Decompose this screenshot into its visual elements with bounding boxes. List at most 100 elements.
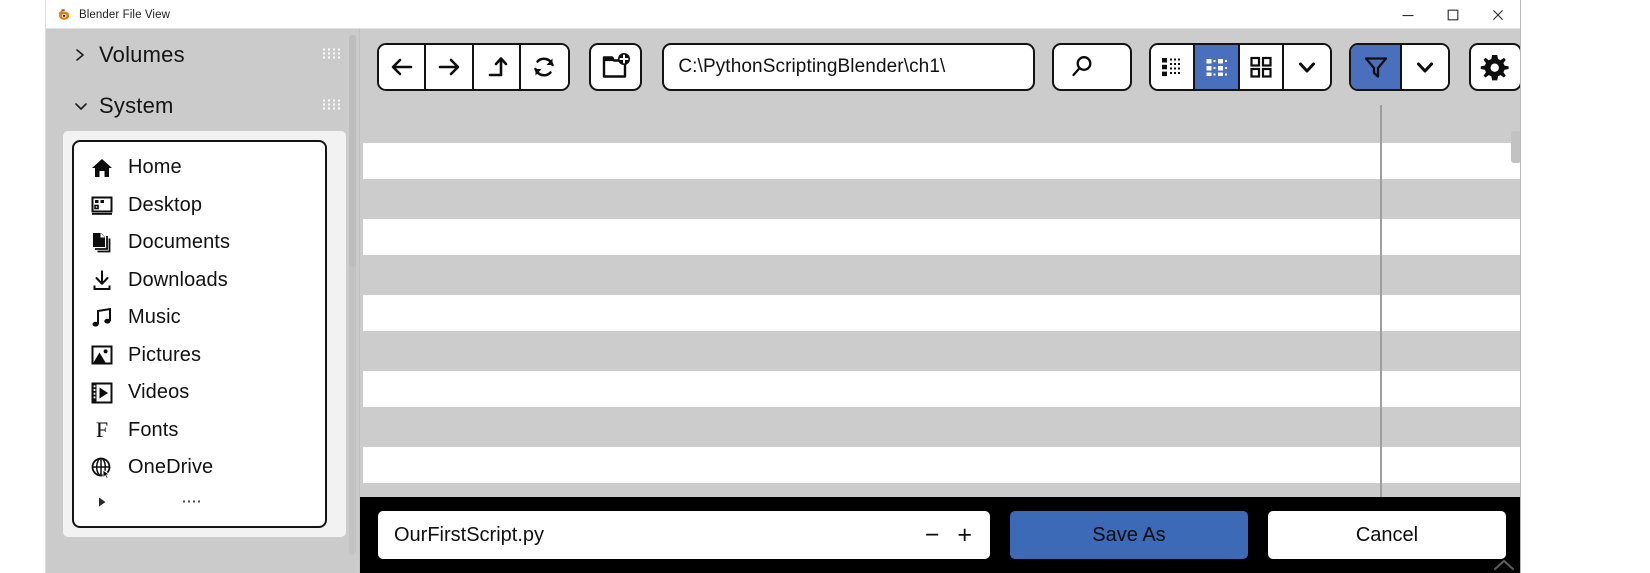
path-input-value: C:\PythonScriptingBlender\ch1\: [678, 56, 946, 77]
display-mode-horizontal-list-button[interactable]: [1195, 45, 1240, 89]
sidebar-item-music[interactable]: Music: [74, 299, 325, 337]
filename-input[interactable]: OurFirstScript.py − +: [378, 511, 990, 559]
resize-grip-icon[interactable]: [1493, 557, 1515, 571]
filter-toggle-button[interactable]: [1351, 45, 1403, 89]
sidebar-item-label: Pictures: [128, 343, 202, 366]
search-input[interactable]: [1051, 43, 1132, 91]
table-row[interactable]: [363, 333, 1520, 369]
sidebar-item-home[interactable]: Home: [74, 149, 325, 187]
arrow-right-icon: [438, 58, 460, 76]
svg-text:F: F: [96, 418, 108, 442]
sidebar-item-label: Videos: [128, 381, 190, 404]
new-folder-button[interactable]: [589, 43, 643, 91]
filter-options-dropdown[interactable]: [1402, 45, 1448, 89]
cancel-button[interactable]: Cancel: [1268, 511, 1506, 559]
documents-icon: [87, 230, 117, 256]
filename-stepper: − +: [925, 522, 972, 548]
search-icon: [1072, 56, 1092, 77]
increment-button[interactable]: +: [957, 522, 972, 548]
sidebar-panel-system[interactable]: System: [46, 80, 359, 131]
decrement-button[interactable]: −: [925, 522, 940, 548]
sidebar-panel-label: Volumes: [99, 41, 185, 67]
display-mode-thumbnails-button[interactable]: [1239, 45, 1284, 89]
main-area: C:\PythonScriptingBlender\ch1\ OurFirstS…: [359, 29, 1520, 573]
filename-input-value: OurFirstScript.py: [394, 523, 545, 546]
title-bar-left: Blender File View: [57, 0, 170, 29]
table-row[interactable]: [363, 181, 1520, 217]
bookmarks-container: Home Desktop Documents Downloads Music P…: [63, 131, 346, 537]
gear-icon: [1481, 55, 1509, 81]
table-row[interactable]: [363, 105, 1520, 141]
table-row[interactable]: [363, 409, 1520, 445]
list-horizontal-icon: [1206, 59, 1228, 76]
close-icon: [1492, 9, 1503, 20]
close-button[interactable]: [1475, 0, 1520, 29]
grip-dots-icon[interactable]: [323, 48, 343, 61]
table-row[interactable]: [363, 295, 1520, 331]
sidebar-more-row[interactable]: [74, 487, 325, 517]
sidebar-item-fonts[interactable]: F Fonts: [74, 412, 325, 450]
navigation-button-group: [377, 43, 571, 91]
triangle-right-icon: [99, 497, 106, 506]
display-mode-group: [1148, 43, 1333, 91]
table-row[interactable]: [363, 143, 1520, 179]
sidebar-item-label: Desktop: [128, 193, 203, 216]
column-divider[interactable]: [1380, 105, 1382, 497]
arrow-left-icon: [391, 58, 412, 76]
maximize-button[interactable]: [1430, 0, 1475, 29]
sidebar-panel-volumes[interactable]: Volumes: [46, 29, 359, 80]
parent-directory-button[interactable]: [473, 45, 521, 89]
new-folder-icon: [602, 53, 630, 78]
grip-dots-icon[interactable]: [183, 499, 204, 504]
home-icon: [87, 155, 117, 181]
chevron-right-icon: [73, 47, 91, 63]
font-f-icon: F: [87, 417, 117, 443]
table-row[interactable]: [363, 447, 1520, 483]
display-options-dropdown[interactable]: [1283, 45, 1331, 89]
maximize-icon: [1447, 9, 1458, 20]
globe-icon: [87, 455, 117, 481]
sidebar-item-label: Documents: [128, 231, 231, 254]
sidebar-item-onedrive[interactable]: OneDrive: [74, 449, 325, 487]
sidebar-item-label: OneDrive: [128, 456, 214, 479]
sidebar-item-label: Music: [128, 306, 181, 329]
chevron-down-icon: [1417, 62, 1434, 73]
sidebar-item-label: Fonts: [128, 418, 179, 441]
funnel-icon: [1364, 57, 1387, 78]
path-input[interactable]: C:\PythonScriptingBlender\ch1\: [662, 43, 1035, 91]
sidebar-panel-label: System: [99, 92, 174, 118]
sidebar-item-pictures[interactable]: Pictures: [74, 337, 325, 375]
sidebar-scrollbar-thumb[interactable]: [349, 35, 356, 267]
sidebar-item-videos[interactable]: Videos: [74, 374, 325, 412]
sidebar: Volumes System Home Desktop Documents Do…: [46, 29, 359, 573]
file-browser-toolbar: C:\PythonScriptingBlender\ch1\: [360, 29, 1520, 105]
minimize-button[interactable]: [1385, 0, 1430, 29]
grip-dots-icon[interactable]: [323, 99, 343, 112]
picture-icon: [87, 342, 117, 368]
screenshot-root: Blender File View Volumes System Home De…: [0, 0, 1650, 573]
window-title: Blender File View: [79, 8, 170, 21]
table-row[interactable]: [363, 371, 1520, 407]
sidebar-item-documents[interactable]: Documents: [74, 224, 325, 262]
back-button[interactable]: [379, 45, 427, 89]
sidebar-scrollbar[interactable]: [349, 35, 356, 555]
sidebar-item-desktop[interactable]: Desktop: [74, 187, 325, 225]
table-row[interactable]: [363, 219, 1520, 255]
display-mode-vertical-list-button[interactable]: [1150, 45, 1196, 89]
refresh-icon: [534, 57, 555, 77]
forward-button[interactable]: [426, 45, 474, 89]
download-icon: [87, 267, 117, 293]
refresh-button[interactable]: [520, 45, 569, 89]
bottom-action-bar: OurFirstScript.py − + Save As Cancel: [360, 497, 1520, 573]
file-list[interactable]: [360, 105, 1520, 497]
file-list-scrollbar[interactable]: [1511, 131, 1520, 163]
window-controls: [1385, 0, 1520, 29]
filter-group: [1349, 43, 1450, 91]
minimize-icon: [1402, 14, 1413, 16]
film-icon: [87, 380, 117, 406]
table-row[interactable]: [363, 257, 1520, 293]
save-as-button[interactable]: Save As: [1010, 511, 1248, 559]
sidebar-item-downloads[interactable]: Downloads: [74, 262, 325, 300]
music-note-icon: [87, 305, 117, 331]
settings-button[interactable]: [1468, 43, 1520, 91]
